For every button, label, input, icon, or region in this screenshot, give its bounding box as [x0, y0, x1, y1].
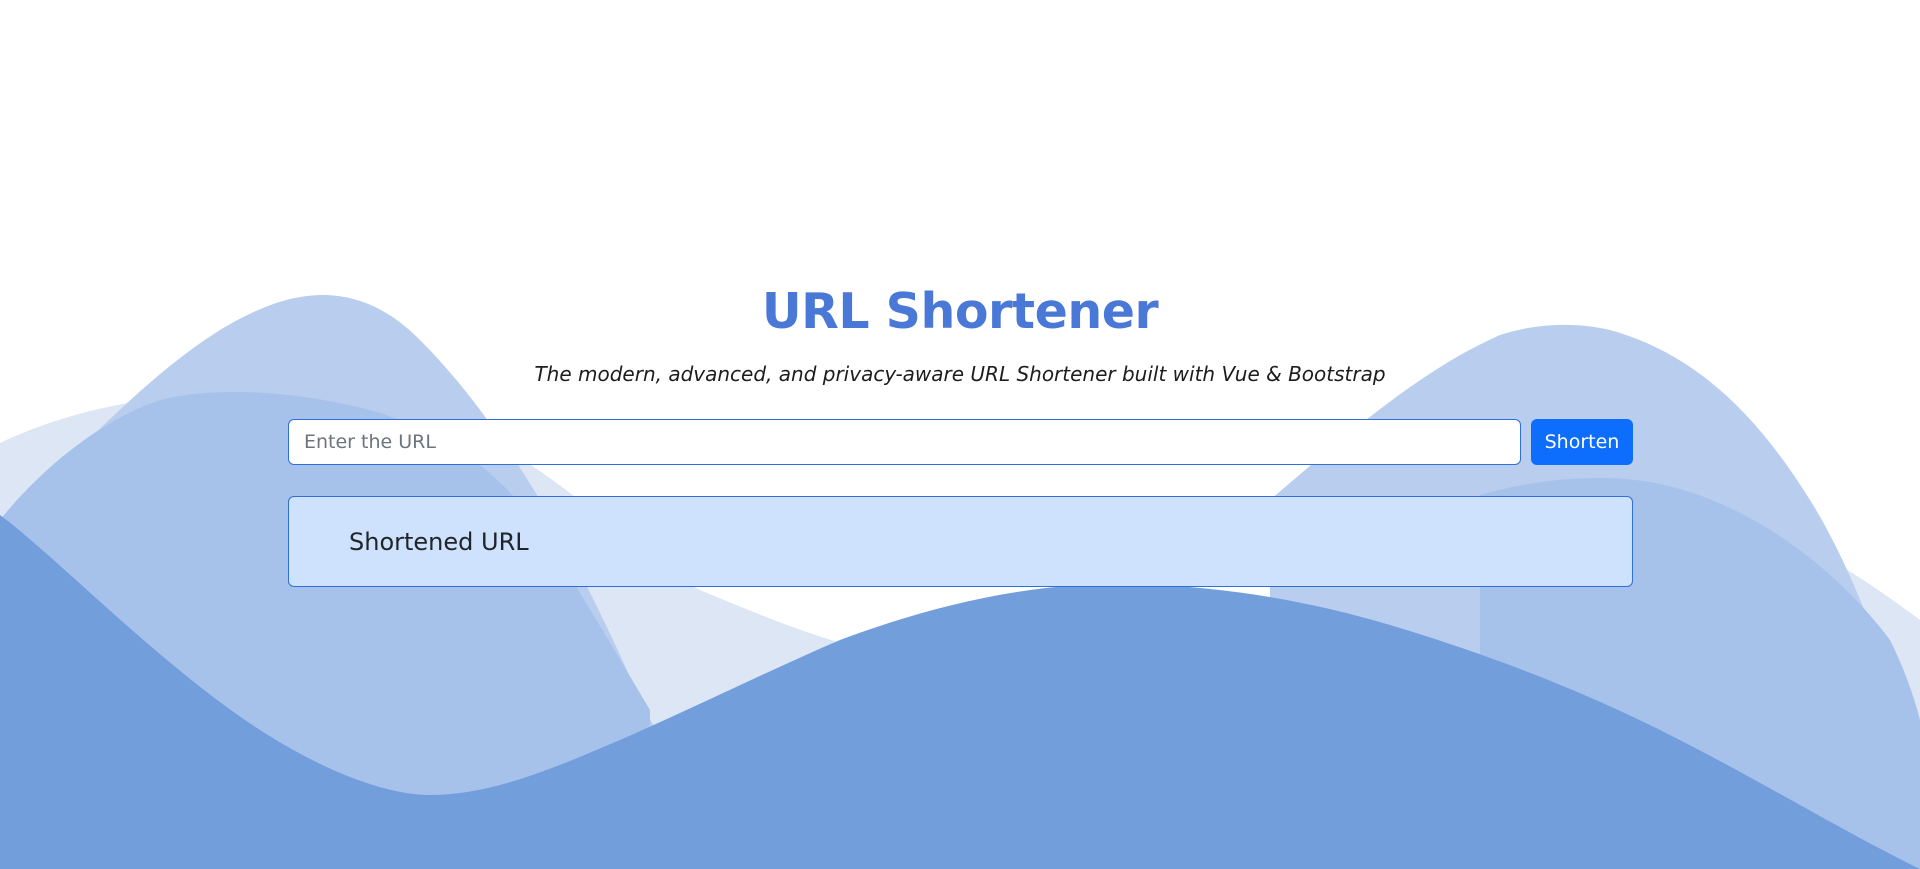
page-subtitle: The modern, advanced, and privacy-aware …	[534, 362, 1386, 386]
shortened-url-panel: Shortened URL	[288, 496, 1633, 587]
page-title: URL Shortener	[761, 283, 1159, 340]
url-input[interactable]	[288, 419, 1521, 465]
page: URL Shortener The modern, advanced, and …	[0, 0, 1920, 869]
main-content: URL Shortener The modern, advanced, and …	[0, 0, 1920, 869]
shorten-button[interactable]: Shorten	[1531, 419, 1633, 465]
shortened-url-label: Shortened URL	[349, 528, 529, 556]
